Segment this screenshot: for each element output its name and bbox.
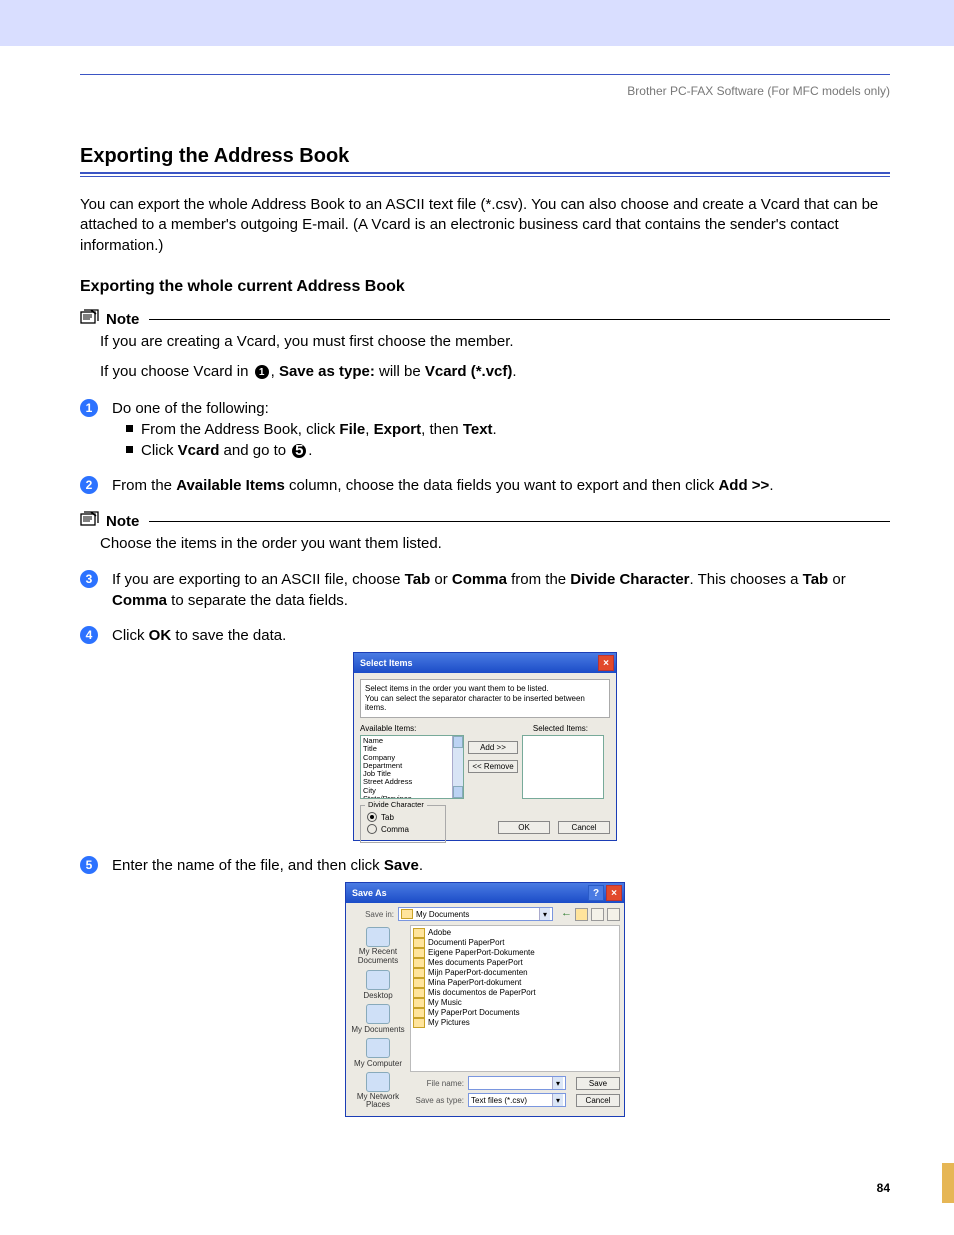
note-icon [80, 308, 100, 331]
help-icon[interactable]: ? [588, 885, 604, 901]
note1-line2: If you choose Vcard in 1, Save as type: … [100, 361, 890, 384]
chapter-tab [942, 1163, 954, 1203]
new-folder-icon[interactable] [591, 908, 604, 921]
place-mydocs[interactable]: My Documents [351, 1004, 404, 1034]
step-bullet-5: 5 [80, 856, 98, 874]
close-icon[interactable]: × [606, 885, 622, 901]
scroll-down-icon[interactable] [453, 786, 463, 798]
chevron-down-icon[interactable]: ▾ [539, 908, 550, 920]
cancel-button[interactable]: Cancel [558, 821, 610, 834]
scrollbar[interactable] [452, 736, 463, 798]
square-bullet-icon [126, 425, 133, 432]
step5-text: Enter the name of the file, and then cli… [112, 855, 423, 876]
remove-button[interactable]: << Remove [468, 760, 518, 773]
up-folder-icon[interactable] [575, 908, 588, 921]
page-top-band [0, 0, 954, 46]
dialog1-title: Select Items [360, 658, 413, 668]
step3-text: If you are exporting to an ASCII file, c… [112, 569, 890, 611]
note-block-2: Note Choose the items in the order you w… [80, 510, 890, 556]
selected-items-listbox[interactable] [522, 735, 604, 799]
save-as-dialog: Save As ? × Save in: My Documents ▾ [345, 882, 625, 1117]
savetype-label: Save as type: [410, 1096, 464, 1105]
back-icon[interactable]: ← [561, 908, 572, 921]
place-mycomputer[interactable]: My Computer [354, 1038, 402, 1068]
folder-icon [401, 909, 413, 919]
subheading: Exporting the whole current Address Book [80, 278, 890, 296]
step4-text: Click OK to save the data. [112, 625, 286, 646]
view-menu-icon[interactable] [607, 908, 620, 921]
close-icon[interactable]: × [598, 655, 614, 671]
note-label: Note [106, 311, 139, 328]
save-in-combo[interactable]: My Documents ▾ [398, 907, 553, 921]
select-items-dialog: Select Items × Select items in the order… [353, 652, 617, 841]
square-bullet-icon [126, 446, 133, 453]
selected-items-label: Selected Items: [533, 724, 588, 733]
scroll-up-icon[interactable] [453, 736, 463, 748]
chevron-down-icon[interactable]: ▾ [552, 1077, 563, 1089]
file-list[interactable]: Adobe Documenti PaperPort Eigene PaperPo… [410, 925, 620, 1072]
step-2: 2 From the Available Items column, choos… [80, 475, 890, 496]
step-3: 3 If you are exporting to an ASCII file,… [80, 569, 890, 611]
place-recent[interactable]: My Recent Documents [350, 927, 406, 966]
section-title: Exporting the Address Book [80, 145, 890, 168]
radio-tab[interactable]: Tab [367, 812, 439, 822]
step-bullet-1: 1 [80, 399, 98, 417]
note1-line1: If you are creating a Vcard, you must fi… [100, 331, 890, 354]
page-number: 84 [877, 1181, 890, 1195]
ref-step-5-icon: 5 [292, 444, 306, 458]
available-items-label: Available Items: [360, 724, 416, 733]
save-in-label: Save in: [350, 910, 394, 919]
note-block-1: Note If you are creating a Vcard, you mu… [80, 308, 890, 384]
savetype-combo[interactable]: Text files (*.csv) ▾ [468, 1093, 566, 1107]
dialog2-title: Save As [352, 888, 387, 898]
ref-step-1-icon: 1 [255, 365, 269, 379]
divide-character-group: Divide Character Tab Comma [360, 805, 446, 843]
note-label: Note [106, 513, 139, 530]
step1-option-b: Click Vcard and go to 5. [126, 440, 497, 461]
step2-text: From the Available Items column, choose … [112, 475, 773, 496]
step-bullet-4: 4 [80, 626, 98, 644]
ok-button[interactable]: OK [498, 821, 550, 834]
filename-input[interactable]: ▾ [468, 1076, 566, 1090]
running-header: Brother PC-FAX Software (For MFC models … [627, 84, 890, 98]
radio-comma[interactable]: Comma [367, 824, 439, 834]
cancel-button[interactable]: Cancel [576, 1094, 620, 1107]
save-button[interactable]: Save [576, 1077, 620, 1090]
step1-option-a: From the Address Book, click File, Expor… [126, 419, 497, 440]
dialog1-info: Select items in the order you want them … [360, 679, 610, 718]
place-desktop[interactable]: Desktop [363, 970, 392, 1000]
section-rule [80, 172, 890, 177]
note-icon [80, 510, 100, 533]
available-items-listbox[interactable]: Name Title Company Department Job Title … [360, 735, 464, 799]
place-network[interactable]: My Network Places [350, 1072, 406, 1111]
step1-intro: Do one of the following: [112, 398, 497, 419]
step-5: 5 Enter the name of the file, and then c… [80, 855, 890, 876]
step-4: 4 Click OK to save the data. [80, 625, 890, 646]
add-button[interactable]: Add >> [468, 741, 518, 754]
step-bullet-2: 2 [80, 476, 98, 494]
note2-text: Choose the items in the order you want t… [100, 533, 890, 556]
chevron-down-icon[interactable]: ▾ [552, 1094, 563, 1106]
filename-label: File name: [410, 1079, 464, 1088]
intro-paragraph: You can export the whole Address Book to… [80, 195, 890, 256]
step-1: 1 Do one of the following: From the Addr… [80, 398, 890, 461]
step-bullet-3: 3 [80, 570, 98, 588]
page-top-rule [80, 74, 890, 75]
